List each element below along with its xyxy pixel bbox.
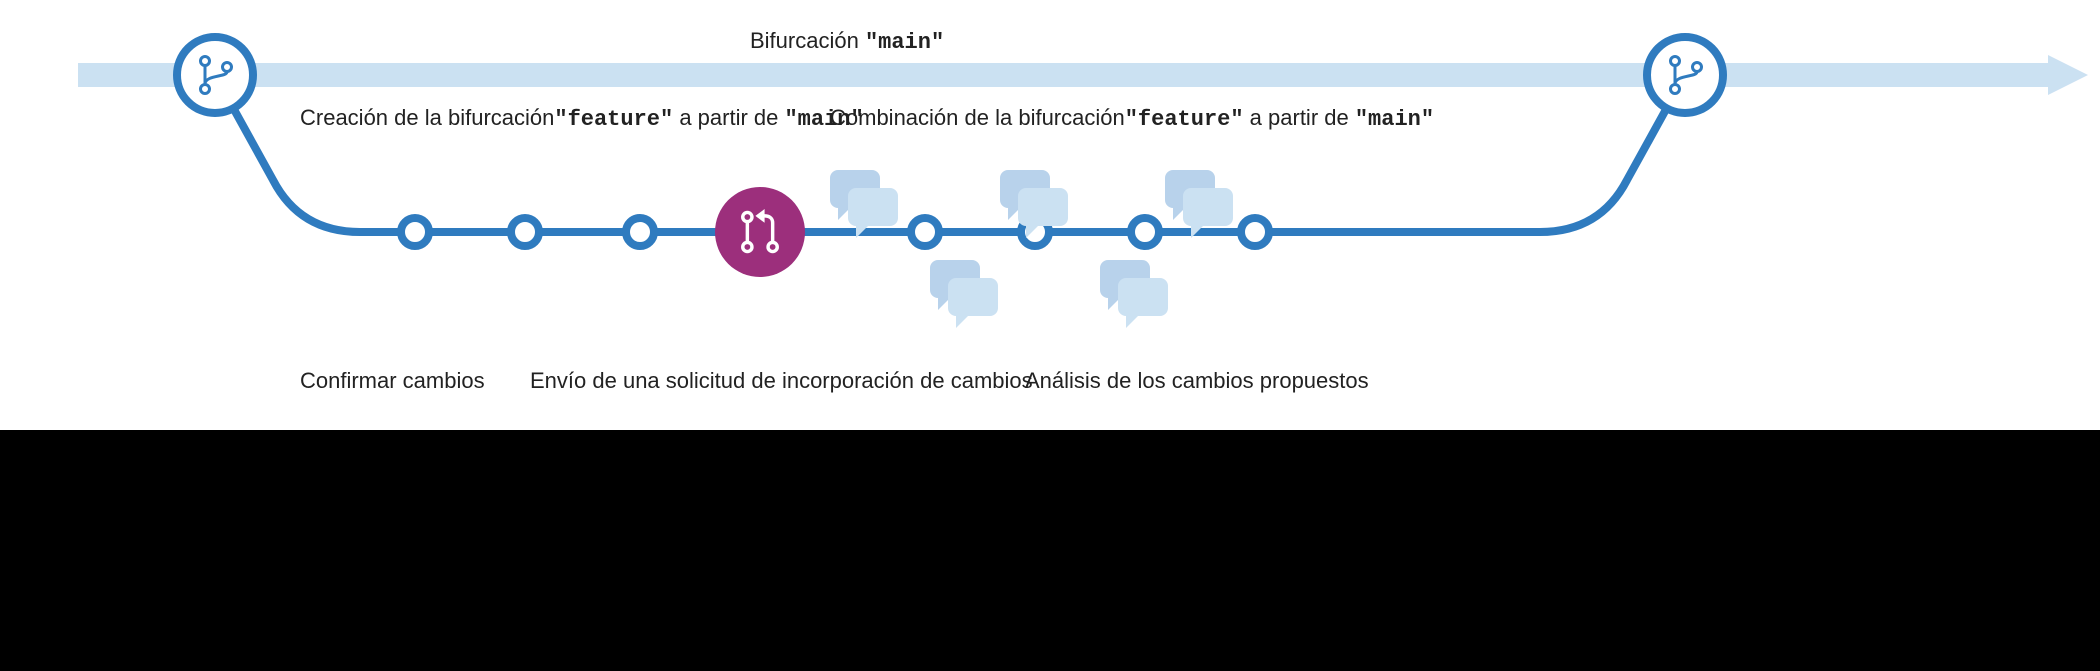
pull-request-node: [715, 187, 805, 277]
commit-step-label: Confirmar cambios: [300, 368, 485, 394]
main-branch-bar: [78, 63, 2048, 87]
review-step-label: Análisis de los cambios propuestos: [1025, 368, 1369, 394]
merge-branch-label: Combinación de la bifurcación"feature" a…: [830, 105, 1434, 133]
git-flow-diagram: Bifurcación "main" Creación de la bifurc…: [0, 0, 2100, 430]
main-branch-label: Bifurcación "main": [750, 28, 944, 56]
comment-icon: [830, 170, 898, 238]
diagram-svg: [0, 0, 2100, 430]
comment-icon: [1100, 260, 1168, 328]
comment-icon: [1165, 170, 1233, 238]
comment-icon: [1000, 170, 1068, 238]
branch-end-node: [1647, 37, 1723, 113]
pr-step-label: Envío de una solicitud de incorporación …: [530, 368, 1033, 394]
comment-icon: [930, 260, 998, 328]
feature-branch-path: [215, 75, 1685, 232]
main-branch-arrowhead: [2048, 55, 2088, 95]
branch-start-node: [177, 37, 253, 113]
create-branch-label: Creación de la bifurcación"feature" a pa…: [300, 105, 864, 133]
